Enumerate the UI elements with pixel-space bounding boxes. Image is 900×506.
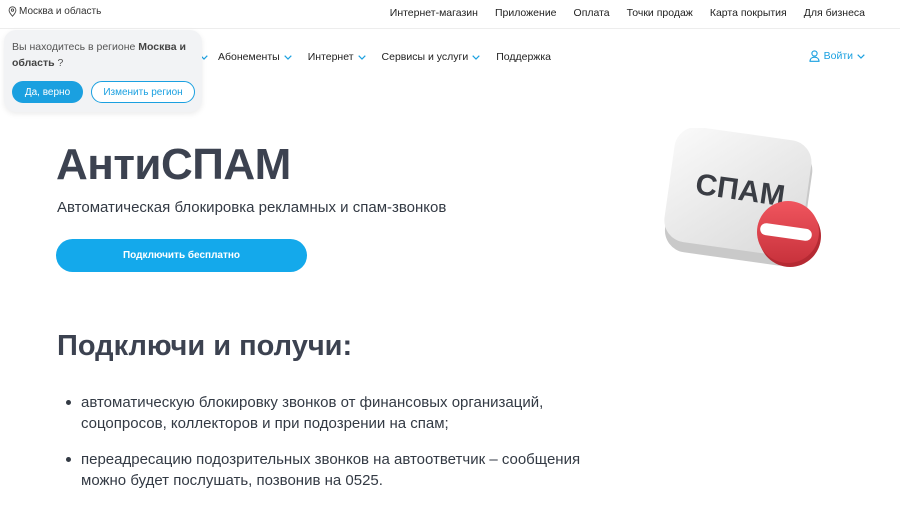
toplink-business[interactable]: Для бизнеса (804, 7, 865, 19)
change-region-button[interactable]: Изменить регион (91, 81, 195, 103)
nav-item-subscriptions[interactable]: Абонементы (218, 51, 292, 63)
nav-item-internet[interactable]: Интернет (308, 51, 366, 63)
chevron-down-icon (357, 54, 366, 60)
page-title: АнтиСПАМ (56, 140, 291, 189)
confirm-region-button[interactable]: Да, верно (12, 81, 83, 103)
spam-block-illustration: СПАМ (664, 128, 821, 267)
nav-item-services[interactable]: Сервисы и услуги (382, 51, 481, 63)
popup-text-suffix: ? (54, 57, 64, 69)
region-label: Москва и область (19, 6, 102, 17)
region-popup-text: Вы находитесь в регионе Москва и область… (12, 39, 194, 71)
login-button[interactable]: Войти (809, 50, 865, 62)
nav-item-support[interactable]: Поддержка (496, 51, 551, 63)
page-subtitle: Автоматическая блокировка рекламных и сп… (57, 199, 447, 216)
nav-item-label: Абонементы (218, 51, 280, 63)
nav-item-label: Сервисы и услуги (381, 51, 469, 63)
list-item: автоматическую блокировку звонков от фин… (64, 392, 624, 434)
location-pin-icon (8, 6, 17, 17)
benefits-list: автоматическую блокировку звонков от фин… (64, 392, 624, 506)
nav-item-label: Интернет (307, 51, 354, 63)
connect-free-button[interactable]: Подключить бесплатно (56, 239, 307, 272)
popup-text-prefix: Вы находитесь в регионе (12, 41, 139, 53)
region-popup: Вы находитесь в регионе Москва и область… (4, 30, 202, 112)
benefits-title: Подключи и получи: (57, 330, 353, 362)
toplink-payment[interactable]: Оплата (574, 7, 610, 19)
chevron-down-icon (472, 54, 480, 60)
nav-item-label: Поддержка (496, 51, 551, 63)
toplink-coverage[interactable]: Карта покрытия (710, 7, 787, 19)
toplink-shop[interactable]: Интернет-магазин (390, 7, 478, 19)
top-bar: Москва и область Интернет-магазин Прилож… (0, 0, 900, 28)
popup-buttons: Да, верно Изменить регион (12, 81, 195, 103)
nav-items: Абонементы Интернет Сервисы и услуги Под… (200, 51, 551, 63)
top-links: Интернет-магазин Приложение Оплата Точки… (390, 7, 865, 19)
user-icon (809, 50, 820, 62)
toplink-app[interactable]: Приложение (495, 7, 557, 19)
toplink-stores[interactable]: Точки продаж (627, 7, 693, 19)
chevron-down-icon (283, 54, 292, 60)
region-selector[interactable]: Москва и область (8, 6, 101, 17)
login-label: Войти (823, 50, 853, 62)
list-item: переадресацию подозрительных звонков на … (64, 449, 624, 491)
chevron-down-icon (857, 53, 865, 59)
